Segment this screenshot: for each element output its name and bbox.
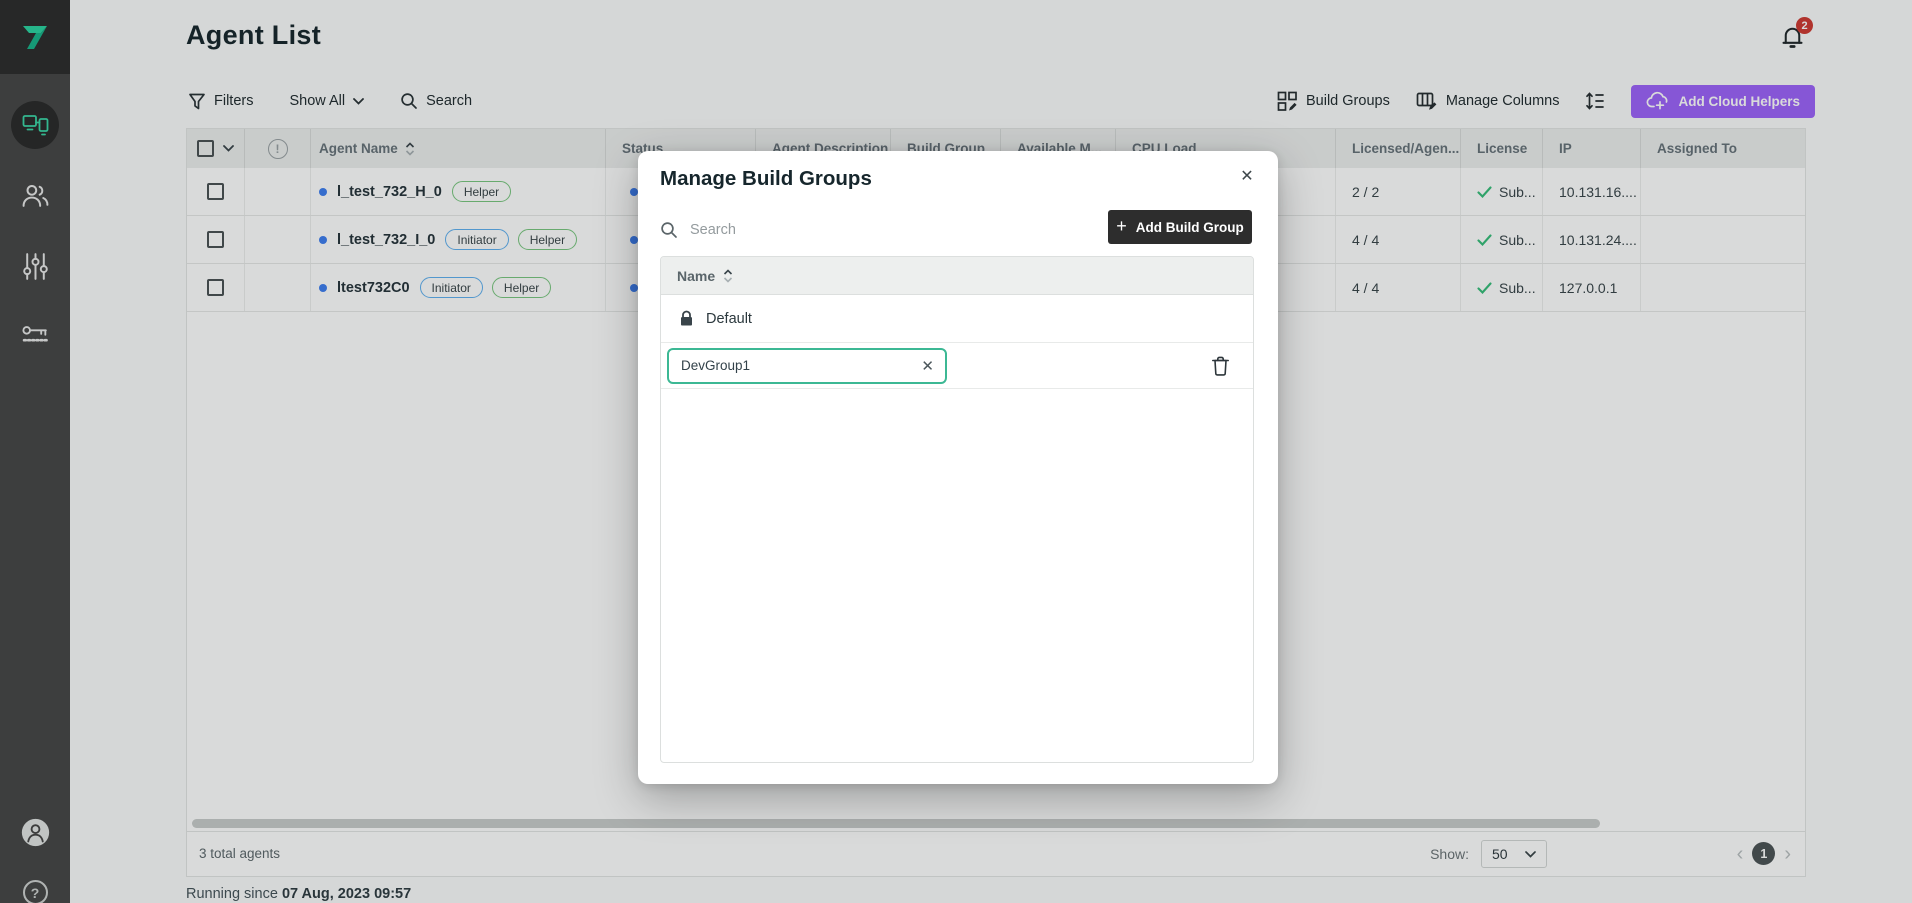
build-group-search[interactable] bbox=[660, 213, 910, 247]
search-icon bbox=[660, 221, 678, 239]
modal-title: Manage Build Groups bbox=[660, 167, 872, 191]
build-group-name: Default bbox=[706, 311, 752, 327]
manage-build-groups-modal: Manage Build Groups ✕ + Add Build Group … bbox=[638, 151, 1278, 784]
plus-icon: + bbox=[1116, 216, 1127, 237]
build-group-list: Name Default ✕ bbox=[660, 256, 1254, 763]
add-build-group-label: Add Build Group bbox=[1136, 220, 1244, 235]
search-input[interactable] bbox=[690, 222, 910, 238]
delete-build-group-button[interactable] bbox=[1211, 355, 1230, 376]
clear-input-icon[interactable]: ✕ bbox=[921, 357, 934, 375]
build-group-row-editing: ✕ bbox=[661, 343, 1253, 389]
add-build-group-button[interactable]: + Add Build Group bbox=[1108, 210, 1252, 244]
build-group-row-default[interactable]: Default bbox=[661, 295, 1253, 343]
trash-icon bbox=[1211, 355, 1230, 376]
close-icon[interactable]: ✕ bbox=[1234, 163, 1260, 189]
build-group-name-input[interactable] bbox=[669, 358, 921, 373]
build-group-name-input-box: ✕ bbox=[667, 348, 947, 384]
lock-icon bbox=[679, 310, 694, 327]
build-group-list-header[interactable]: Name bbox=[661, 257, 1253, 295]
sort-icon bbox=[723, 269, 733, 283]
